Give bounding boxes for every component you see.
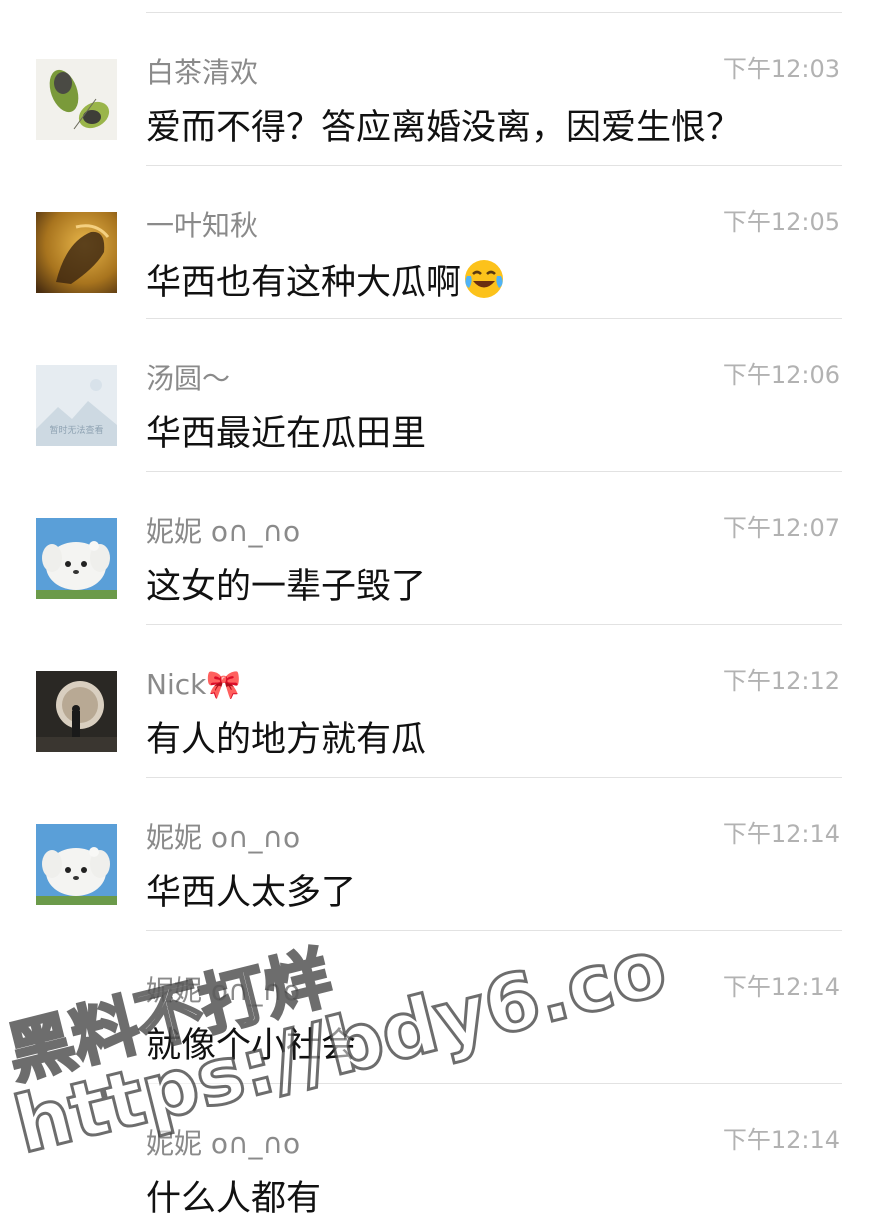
sender-name[interactable]: 白茶清欢	[146, 55, 258, 91]
timestamp: 下午12:14	[722, 973, 840, 1001]
message-text: 华西也有这种大瓜啊	[146, 258, 505, 312]
message-text-content: 华西也有这种大瓜啊	[146, 263, 462, 303]
message-text: 华西人太多了	[146, 873, 357, 913]
avatar[interactable]	[36, 212, 117, 293]
list-item[interactable]: 妮妮 o∩_∩o 下午12:07 这女的一辈子毁了	[0, 472, 878, 625]
list-item[interactable]: 暂时无法查看 汤圆～ 下午12:06 华西最近在瓜田里	[0, 319, 878, 472]
message-text: 华西最近在瓜田里	[146, 414, 427, 454]
avatar[interactable]	[36, 671, 117, 752]
timestamp: 下午12:06	[722, 361, 840, 389]
crying-laughing-emoji-icon	[463, 258, 505, 312]
message-text: 就像个小社会	[146, 1026, 357, 1066]
timestamp: 下午12:05	[722, 208, 840, 236]
avatar[interactable]	[36, 518, 117, 599]
sender-name[interactable]: 妮妮 o∩_∩o	[146, 973, 300, 1009]
avatar[interactable]	[36, 824, 117, 905]
timestamp: 下午12:14	[722, 820, 840, 848]
timestamp: 下午12:07	[722, 514, 840, 542]
list-item[interactable]: 一叶知秋 下午12:05 华西也有这种大瓜啊	[0, 166, 878, 319]
sender-name[interactable]: 汤圆～	[146, 361, 230, 397]
message-text: 有人的地方就有瓜	[146, 720, 427, 760]
list-item[interactable]: 妮妮 o∩_∩o 下午12:14 华西人太多了	[0, 778, 878, 931]
sender-name[interactable]: 妮妮 o∩_∩o	[146, 514, 300, 550]
leaf-avatar-icon	[36, 59, 117, 140]
golden-art-avatar-icon	[36, 212, 117, 293]
sender-name[interactable]: 一叶知秋	[146, 208, 258, 244]
message-text: 爱而不得？答应离婚没离，因爱生恨？	[146, 108, 742, 148]
white-dog-avatar-icon	[36, 518, 117, 599]
list-item[interactable]: 妮妮 o∩_∩o 下午12:14 什么人都有	[0, 1084, 878, 1231]
dark-room-avatar-icon	[36, 671, 117, 752]
avatar[interactable]: 暂时无法查看	[36, 365, 117, 446]
avatar[interactable]	[36, 59, 117, 140]
message-text: 什么人都有	[146, 1179, 322, 1219]
timestamp: 下午12:14	[722, 1126, 840, 1154]
list-item[interactable]: 白茶清欢 下午12:03 爱而不得？答应离婚没离，因爱生恨？	[0, 13, 878, 166]
timestamp: 下午12:03	[722, 55, 840, 83]
avatar-caption: 暂时无法查看	[49, 426, 104, 436]
white-dog-avatar-icon	[36, 824, 117, 905]
sender-name[interactable]: Nick🎀	[146, 667, 241, 703]
timestamp: 下午12:12	[722, 667, 840, 695]
sender-name[interactable]: 妮妮 o∩_∩o	[146, 1126, 300, 1162]
comment-list: 白茶清欢 下午12:03 爱而不得？答应离婚没离，因爱生恨？ 一叶知秋 下午12…	[0, 0, 878, 1231]
message-text: 这女的一辈子毁了	[146, 567, 427, 607]
sender-name[interactable]: 妮妮 o∩_∩o	[146, 820, 300, 856]
list-item[interactable]: Nick🎀 下午12:12 有人的地方就有瓜	[0, 625, 878, 778]
list-item[interactable]: 妮妮 o∩_∩o 下午12:14 就像个小社会	[0, 931, 878, 1084]
